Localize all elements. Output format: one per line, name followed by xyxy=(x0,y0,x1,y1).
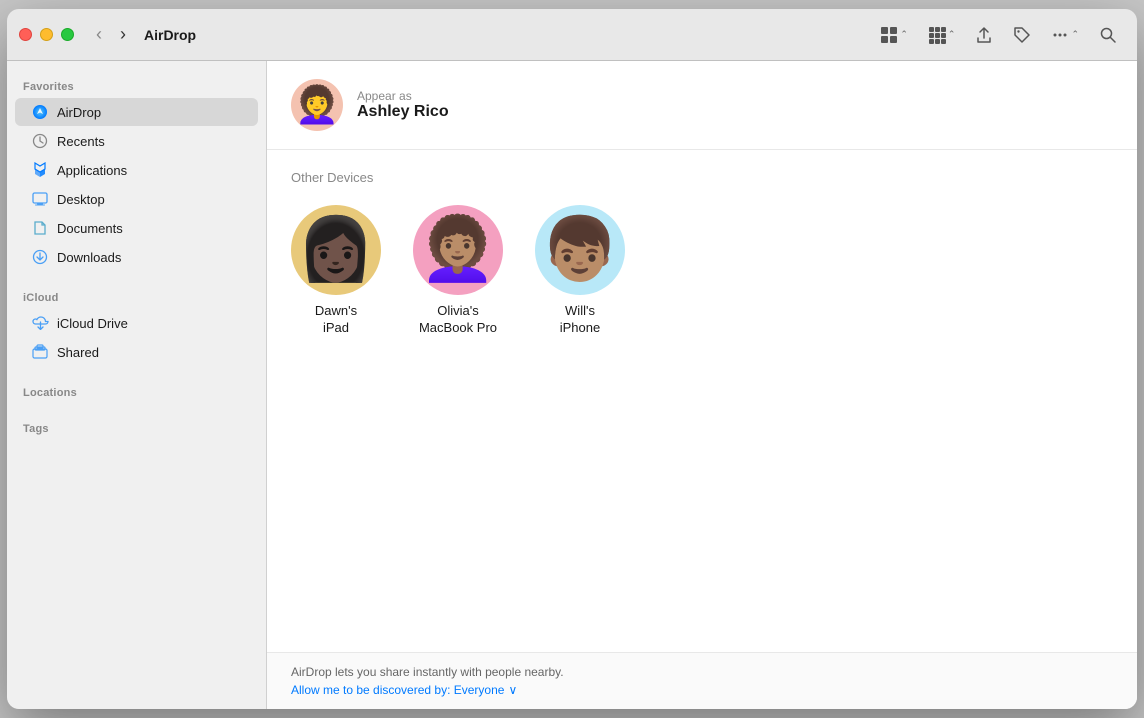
olivia-avatar: 👩🏽‍🦱 xyxy=(413,205,503,295)
sidebar-item-documents[interactable]: Documents xyxy=(15,214,258,242)
device-olivias-macbook[interactable]: 👩🏽‍🦱 Olivia'sMacBook Pro xyxy=(413,205,503,337)
maximize-button[interactable] xyxy=(61,28,74,41)
user-name: Ashley Rico xyxy=(357,103,449,121)
will-device-name: Will'siPhone xyxy=(560,303,600,337)
forward-button[interactable]: › xyxy=(114,22,132,47)
sidebar-item-shared[interactable]: Shared xyxy=(15,338,258,366)
downloads-icon xyxy=(31,248,49,266)
device-dawns-ipad[interactable]: 👩🏿 Dawn'siPad xyxy=(291,205,381,337)
window-title: AirDrop xyxy=(144,27,196,43)
locations-header: Locations xyxy=(7,379,266,403)
titlebar: ‹ › AirDrop ⌃ xyxy=(7,9,1137,61)
other-devices-title: Other Devices xyxy=(291,170,1113,185)
share-button[interactable] xyxy=(967,22,1001,48)
sidebar-applications-label: Applications xyxy=(57,163,127,178)
icloud-header: iCloud xyxy=(7,284,266,308)
finder-window: ‹ › AirDrop ⌃ xyxy=(7,9,1137,709)
user-avatar-emoji: 👩‍🦱 xyxy=(295,87,340,123)
discovery-chevron: ∨ xyxy=(508,683,517,697)
ellipsis-icon xyxy=(1051,26,1069,44)
minimize-button[interactable] xyxy=(40,28,53,41)
shared-icon xyxy=(31,343,49,361)
nav-buttons: ‹ › xyxy=(90,22,132,47)
sidebar-item-airdrop[interactable]: AirDrop xyxy=(15,98,258,126)
traffic-lights xyxy=(19,28,74,41)
sidebar-item-applications[interactable]: Applications xyxy=(15,156,258,184)
dawn-emoji: 👩🏿 xyxy=(297,219,374,281)
view2-button[interactable]: ⌃ xyxy=(920,22,964,48)
airdrop-sidebar-icon xyxy=(31,103,49,121)
sidebar-item-recents[interactable]: Recents xyxy=(15,127,258,155)
olivia-device-name: Olivia'sMacBook Pro xyxy=(419,303,497,337)
sidebar-shared-label: Shared xyxy=(57,345,99,360)
tags-header: Tags xyxy=(7,415,266,439)
sidebar-icloud-drive-label: iCloud Drive xyxy=(57,316,128,331)
content-area: Favorites AirDrop xyxy=(7,61,1137,709)
footer-description: AirDrop lets you share instantly with pe… xyxy=(291,665,1113,679)
sidebar-item-icloud-drive[interactable]: iCloud Drive xyxy=(15,309,258,337)
desktop-icon xyxy=(31,190,49,208)
will-emoji: 👦🏽 xyxy=(541,219,618,281)
appear-as-section: 👩‍🦱 Appear as Ashley Rico xyxy=(267,61,1137,150)
sidebar-item-downloads[interactable]: Downloads xyxy=(15,243,258,271)
sidebar-desktop-label: Desktop xyxy=(57,192,105,207)
more-button[interactable]: ⌃ xyxy=(1043,22,1087,48)
tag-icon xyxy=(1013,26,1031,44)
toolbar-right: ⌃ ⌃ xyxy=(872,22,1125,48)
user-avatar: 👩‍🦱 xyxy=(291,79,343,131)
grid2-icon xyxy=(928,26,946,44)
search-button[interactable] xyxy=(1091,22,1125,48)
sidebar-recents-label: Recents xyxy=(57,134,105,149)
favorites-header: Favorites xyxy=(7,73,266,97)
sidebar-airdrop-label: AirDrop xyxy=(57,105,101,120)
back-button[interactable]: ‹ xyxy=(90,22,108,47)
footer-section: AirDrop lets you share instantly with pe… xyxy=(267,652,1137,709)
main-content: 👩‍🦱 Appear as Ashley Rico Other Devices … xyxy=(267,61,1137,709)
dawn-avatar: 👩🏿 xyxy=(291,205,381,295)
discovery-settings-link[interactable]: Allow me to be discovered by: Everyone ∨ xyxy=(291,683,1113,697)
will-avatar: 👦🏽 xyxy=(535,205,625,295)
discovery-link-text: Allow me to be discovered by: Everyone xyxy=(291,683,504,697)
applications-icon xyxy=(31,161,49,179)
appear-as-text: Appear as Ashley Rico xyxy=(357,89,449,121)
view2-chevron: ⌃ xyxy=(948,29,956,40)
recents-icon xyxy=(31,132,49,150)
share-icon xyxy=(975,26,993,44)
documents-icon xyxy=(31,219,49,237)
search-icon xyxy=(1099,26,1117,44)
grid-icon xyxy=(880,26,898,44)
tag-button[interactable] xyxy=(1005,22,1039,48)
dawn-device-name: Dawn'siPad xyxy=(315,303,357,337)
more-chevron: ⌃ xyxy=(1071,29,1079,40)
icloud-drive-icon xyxy=(31,314,49,332)
olivia-emoji: 👩🏽‍🦱 xyxy=(419,219,496,281)
close-button[interactable] xyxy=(19,28,32,41)
sidebar-item-desktop[interactable]: Desktop xyxy=(15,185,258,213)
view-toggle-button[interactable]: ⌃ xyxy=(872,22,916,48)
sidebar-documents-label: Documents xyxy=(57,221,123,236)
view-chevron: ⌃ xyxy=(900,29,908,40)
sidebar-downloads-label: Downloads xyxy=(57,250,121,265)
devices-grid: 👩🏿 Dawn'siPad 👩🏽‍🦱 Olivia'sMacBook Pro xyxy=(291,205,1113,337)
sidebar: Favorites AirDrop xyxy=(7,61,267,709)
appear-as-label: Appear as xyxy=(357,89,449,103)
device-wills-iphone[interactable]: 👦🏽 Will'siPhone xyxy=(535,205,625,337)
devices-section: Other Devices 👩🏿 Dawn'siPad 👩🏽‍🦱 xyxy=(267,150,1137,652)
